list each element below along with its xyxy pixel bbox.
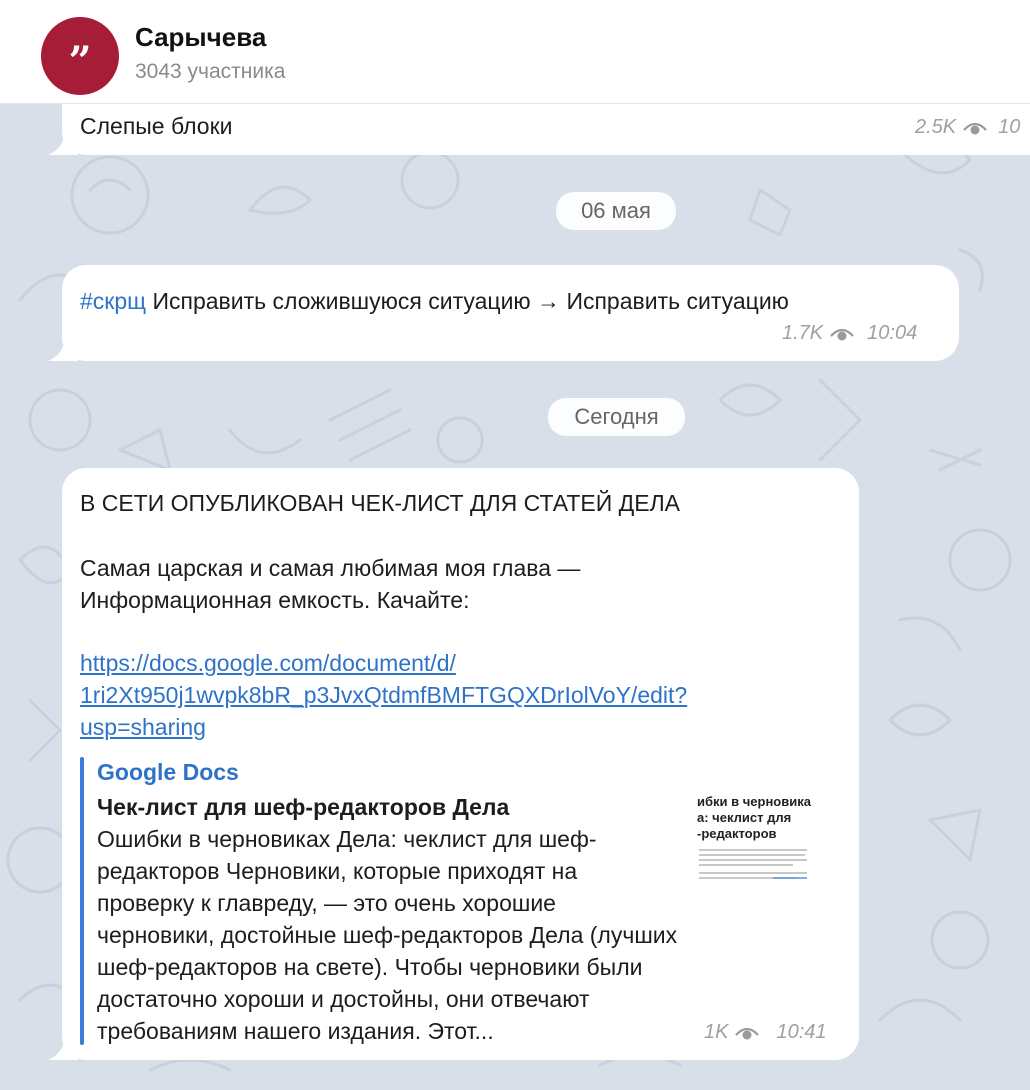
eye-icon xyxy=(963,122,987,134)
message-time: 10:04 xyxy=(867,322,918,344)
eye-icon xyxy=(830,328,854,340)
avatar[interactable]: ” xyxy=(41,17,119,95)
link-preview-description: требованиям нашего издания. Этот... xyxy=(97,1018,494,1044)
message-body: Исправить сложившуюся ситуацию → Исправи… xyxy=(146,288,789,314)
document-link[interactable]: 1ri2Xt950j1wvpk8bR_p3JvxQtdmfBMFTGQXDrIo… xyxy=(80,679,687,711)
avatar-glyph: ” xyxy=(68,38,92,85)
date-separator: Сегодня xyxy=(548,398,685,436)
link-preview-description: проверку к главреду, — это очень хорошие xyxy=(97,890,556,916)
message-headline: В СЕТИ ОПУБЛИКОВАН ЧЕК-ЛИСТ ДЛЯ СТАТЕЙ Д… xyxy=(80,490,680,516)
link-preview-site[interactable]: Google Docs xyxy=(97,756,239,788)
document-link[interactable]: https://docs.google.com/document/d/ xyxy=(80,647,456,679)
message-text: Слепые блоки xyxy=(80,113,233,139)
bubble-tail xyxy=(48,129,78,155)
link-preview-description: редакторов Черновики, которые приходят н… xyxy=(97,858,578,884)
thumbnail-text: ибки в черновиках xyxy=(697,794,811,809)
member-count: 3043 участника xyxy=(135,60,286,83)
message-text: #скрщ Исправить сложившуюся ситуацию → И… xyxy=(80,285,789,317)
thumbnail-text: а: чеклист для xyxy=(697,810,792,825)
thumbnail-text: -редакторов xyxy=(697,826,777,841)
date-separator: 06 мая xyxy=(556,192,676,230)
message-text-line: Самая царская и самая любимая моя глава … xyxy=(80,555,581,581)
thumbnail-lines xyxy=(699,849,807,879)
message-meta: 1.7K 10:04 xyxy=(782,322,917,345)
message-time: 10 xyxy=(998,116,1021,138)
link-preview-description: Ошибки в черновиках Дела: чеклист для ше… xyxy=(97,826,597,852)
chat-title[interactable]: Сарычева xyxy=(135,22,266,53)
view-count: 2.5K xyxy=(915,116,957,138)
view-count: 1.7K xyxy=(782,322,824,344)
bubble-tail xyxy=(48,335,78,361)
hashtag-link[interactable]: #скрщ xyxy=(80,288,146,314)
message-meta: 1K 10:41 xyxy=(704,1021,827,1044)
message-text-line: Информационная емкость. Качайте: xyxy=(80,587,470,613)
message-meta: 2.5K 10 xyxy=(915,116,1020,139)
message-time: 10:41 xyxy=(776,1021,827,1043)
eye-icon xyxy=(735,1027,760,1039)
document-link[interactable]: usp=sharing xyxy=(80,711,206,743)
link-preview-title[interactable]: Чек-лист для шеф-редакторов Дела xyxy=(97,791,509,823)
bubble-tail xyxy=(48,1034,78,1060)
link-preview-description: достаточно хороши и достойны, они отвеча… xyxy=(97,986,590,1012)
chat-header[interactable]: ” Сарычева 3043 участника xyxy=(0,0,1030,104)
link-preview-bar xyxy=(80,757,84,1045)
link-preview-description: шеф-редакторов на свете). Чтобы черновик… xyxy=(97,954,643,980)
link-preview-thumbnail[interactable]: ибки в черновиках а: чеклист для -редакт… xyxy=(697,790,811,890)
link-preview-description: черновики, достойные шеф-редакторов Дела… xyxy=(97,922,678,948)
view-count: 1K xyxy=(704,1021,729,1043)
